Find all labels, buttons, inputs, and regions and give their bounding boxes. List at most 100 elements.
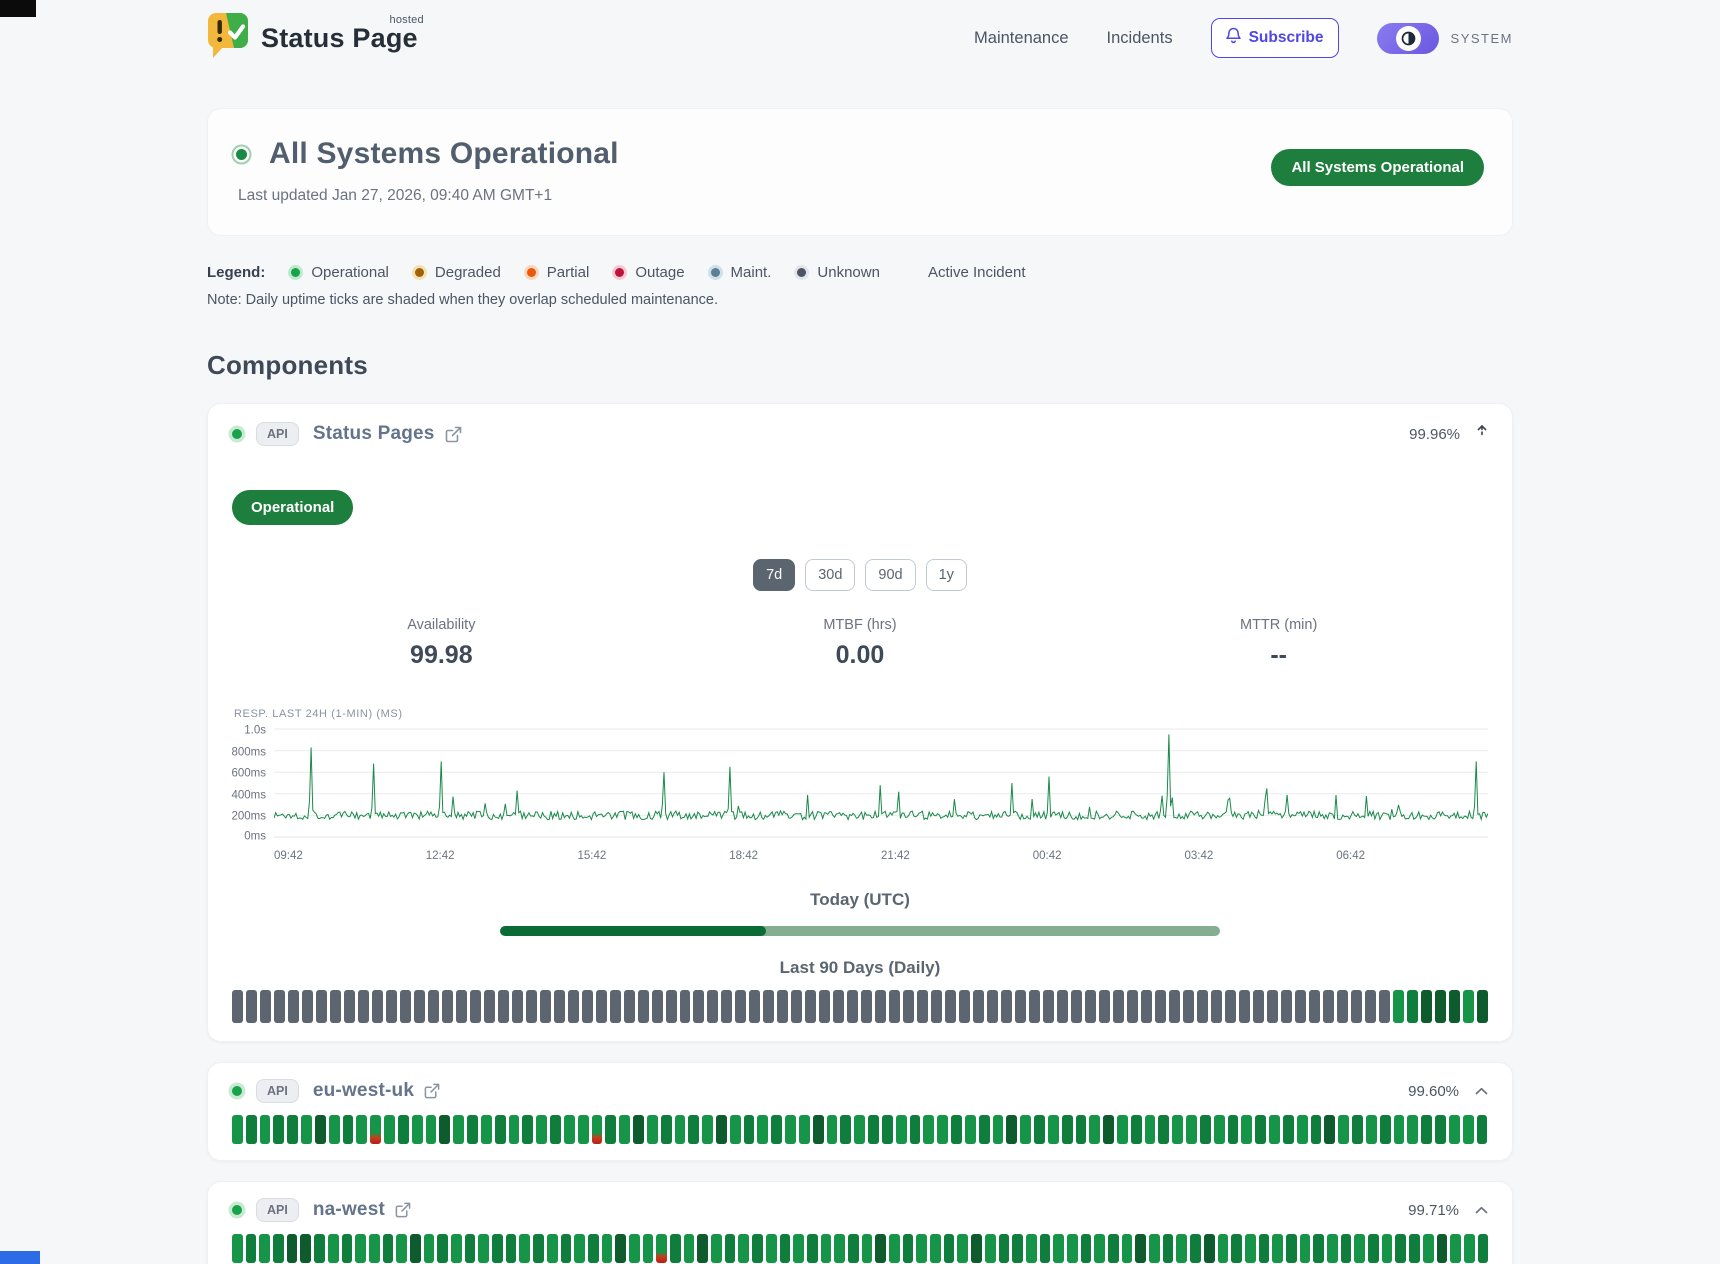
uptime-tick[interactable] [568,990,579,1023]
uptime-tick[interactable] [386,990,397,1023]
uptime-tick[interactable] [965,1115,976,1144]
uptime-tick[interactable] [868,1115,879,1144]
uptime-tick[interactable] [578,1115,589,1144]
uptime-tick[interactable] [744,1115,755,1144]
uptime-tick[interactable] [861,990,872,1023]
uptime-tick[interactable] [287,1115,298,1144]
uptime-tick[interactable] [1421,990,1432,1023]
uptime-tick[interactable] [492,1234,503,1263]
uptime-tick[interactable] [807,1234,818,1263]
uptime-tick[interactable] [467,1115,478,1144]
uptime-tick[interactable] [624,990,635,1023]
uptime-tick[interactable] [1225,990,1236,1023]
uptime-tick[interactable] [1127,990,1138,1023]
uptime-tick[interactable] [1324,1115,1335,1144]
uptime-tick[interactable] [1001,990,1012,1023]
uptime-tick[interactable] [1464,1234,1475,1263]
uptime-tick[interactable] [1313,1234,1324,1263]
uptime-tick[interactable] [799,1115,810,1144]
uptime-tick[interactable] [834,1234,845,1263]
uptime-tick[interactable] [396,1234,407,1263]
uptime-tick[interactable] [439,1115,450,1144]
uptime-tick[interactable] [1094,1234,1105,1263]
uptime-tick[interactable] [785,1115,796,1144]
uptime-tick[interactable] [889,1234,900,1263]
uptime-tick[interactable] [1158,1115,1169,1144]
uptime-tick[interactable] [1423,1234,1434,1263]
uptime-tick[interactable] [1323,990,1334,1023]
uptime-tick[interactable] [428,990,439,1023]
uptime-tick[interactable] [592,1115,603,1144]
uptime-tick[interactable] [763,990,774,1023]
uptime-tick[interactable] [1366,1115,1377,1144]
uptime-tick[interactable] [1435,990,1446,1023]
uptime-tick[interactable] [848,1234,859,1263]
expand-card-button[interactable] [1475,1206,1488,1215]
uptime-tick[interactable] [1211,990,1222,1023]
uptime-tick[interactable] [987,990,998,1023]
uptime-tick[interactable] [1214,1115,1225,1144]
uptime-tick[interactable] [702,1115,713,1144]
uptime-tick[interactable] [1352,1115,1363,1144]
uptime-tick[interactable] [356,1115,367,1144]
uptime-tick[interactable] [550,1115,561,1144]
collapse-card-button[interactable] [1476,424,1488,445]
uptime-tick[interactable] [1012,1234,1023,1263]
uptime-tick[interactable] [1327,1234,1338,1263]
uptime-tick[interactable] [757,1115,768,1144]
uptime-tick[interactable] [484,990,495,1023]
uptime-tick[interactable] [1341,1234,1352,1263]
uptime-tick[interactable] [1365,990,1376,1023]
uptime-tick[interactable] [833,990,844,1023]
uptime-tick[interactable] [813,1115,824,1144]
uptime-tick[interactable] [979,1115,990,1144]
uptime-tick[interactable] [766,1234,777,1263]
component-link-eu-west-uk[interactable]: eu-west-uk [313,1080,440,1102]
uptime-tick[interactable] [1267,990,1278,1023]
uptime-tick[interactable] [944,1234,955,1263]
brand[interactable]: Status Page hosted [207,13,418,64]
uptime-tick[interactable] [738,1234,749,1263]
uptime-tick[interactable] [1286,1234,1297,1263]
uptime-tick[interactable] [819,990,830,1023]
uptime-tick[interactable] [1135,1234,1146,1263]
uptime-tick[interactable] [1409,1234,1420,1263]
uptime-tick[interactable] [1463,990,1474,1023]
uptime-tick[interactable] [1283,1115,1294,1144]
uptime-tick[interactable] [1099,990,1110,1023]
uptime-tick[interactable] [1204,1234,1215,1263]
uptime-tick[interactable] [730,1115,741,1144]
uptime-tick[interactable] [793,1234,804,1263]
uptime-tick[interactable] [959,990,970,1023]
uptime-tick[interactable] [656,1234,667,1263]
uptime-tick[interactable] [707,990,718,1023]
subscribe-button[interactable]: Subscribe [1211,18,1339,58]
uptime-tick[interactable] [1255,1115,1266,1144]
uptime-tick[interactable] [1200,1115,1211,1144]
theme-toggle[interactable] [1377,23,1439,54]
uptime-tick[interactable] [1071,990,1082,1023]
uptime-tick[interactable] [344,990,355,1023]
uptime-tick[interactable] [680,990,691,1023]
nav-maintenance[interactable]: Maintenance [974,29,1068,48]
uptime-tick[interactable] [1478,1234,1489,1263]
uptime-tick[interactable] [652,990,663,1023]
uptime-tick[interactable] [725,1234,736,1263]
uptime-tick[interactable] [985,1234,996,1263]
uptime-tick[interactable] [288,990,299,1023]
uptime-tick[interactable] [372,990,383,1023]
uptime-tick[interactable] [533,1234,544,1263]
uptime-tick[interactable] [1338,1115,1349,1144]
uptime-tick[interactable] [1057,990,1068,1023]
uptime-tick[interactable] [442,990,453,1023]
uptime-tick[interactable] [1407,1115,1418,1144]
uptime-tick[interactable] [973,990,984,1023]
uptime-tick[interactable] [1172,1115,1183,1144]
range-button-1y[interactable]: 1y [926,559,967,591]
uptime-tick[interactable] [1477,1115,1488,1144]
uptime-tick[interactable] [910,1115,921,1144]
uptime-tick[interactable] [522,1115,533,1144]
uptime-tick[interactable] [1034,1115,1045,1144]
uptime-tick[interactable] [273,1234,284,1263]
uptime-tick[interactable] [1354,1234,1365,1263]
